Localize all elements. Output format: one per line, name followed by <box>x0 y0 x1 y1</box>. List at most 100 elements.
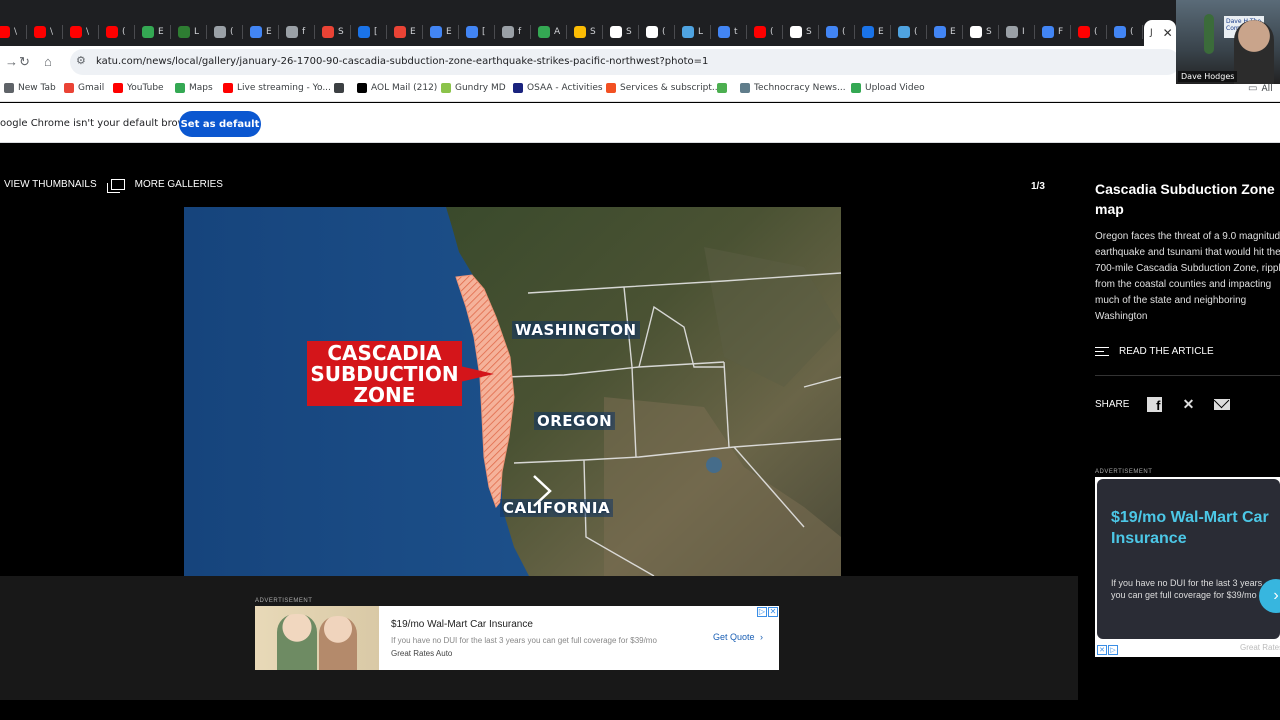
bottom-ad-banner[interactable]: $19/mo Wal-Mart Car Insurance If you hav… <box>255 606 779 670</box>
address-bar[interactable]: ⚙ katu.com/news/local/gallery/january-26… <box>70 49 1180 75</box>
sidebar-ad-close-icon[interactable]: ✕ <box>1097 645 1107 655</box>
browser-tab[interactable]: I <box>1000 20 1025 44</box>
tab-title: E <box>410 27 416 37</box>
read-article-link[interactable]: READ THE ARTICLE <box>1095 346 1214 357</box>
bookmark-item[interactable]: New Tab <box>4 83 56 93</box>
browser-tab[interactable]: ( <box>820 20 846 44</box>
browser-tab[interactable]: \ <box>64 20 89 44</box>
browser-tab[interactable]: \ <box>0 20 17 44</box>
tab-separator <box>386 25 387 39</box>
gallery-page: VIEW THUMBNAILS MORE GALLERIES 1/3 CASCA… <box>0 143 1280 720</box>
bookmark-item[interactable] <box>717 83 727 93</box>
bookmark-item[interactable] <box>334 83 344 93</box>
bookmark-label: Maps <box>189 83 213 93</box>
default-browser-infobar: oogle Chrome isn't your default browser … <box>0 103 1280 143</box>
tab-separator <box>1070 25 1071 39</box>
browser-tab[interactable]: [ <box>460 20 486 44</box>
adchoices-icon[interactable]: ▷ <box>757 607 767 617</box>
browser-tab[interactable]: S <box>964 20 992 44</box>
set-default-button[interactable]: Set as default <box>179 111 261 137</box>
browser-tab[interactable]: S <box>316 20 344 44</box>
sidebar-ad[interactable]: $19/mo Wal-Mart Car Insurance If you hav… <box>1095 477 1280 657</box>
tab-title: ( <box>122 27 126 37</box>
bookmark-item[interactable]: Gundry MD <box>441 83 506 93</box>
facebook-icon[interactable]: f <box>1147 396 1163 412</box>
read-article-label: READ THE ARTICLE <box>1119 346 1214 357</box>
tab-title: f <box>518 27 522 37</box>
reload-icon[interactable]: ↻ <box>19 54 30 70</box>
bookmark-item[interactable]: Technocracy News... <box>740 83 846 93</box>
bookmark-item[interactable]: Gmail <box>64 83 104 93</box>
tab-favicon-icon <box>250 26 262 38</box>
browser-tab[interactable]: ( <box>640 20 666 44</box>
tab-close-icon[interactable]: ✕ <box>1163 26 1173 40</box>
home-icon[interactable]: ⌂ <box>44 54 52 69</box>
ad-label: ADVERTISEMENT <box>255 598 313 604</box>
browser-tab[interactable]: L <box>676 20 703 44</box>
sidebar-ad-arrow-icon[interactable]: › <box>1259 579 1280 613</box>
tab-title: ( <box>914 27 918 37</box>
email-icon[interactable] <box>1214 398 1231 410</box>
more-galleries-link[interactable]: MORE GALLERIES <box>106 179 223 193</box>
browser-tab[interactable]: E <box>388 20 416 44</box>
browser-tab[interactable]: t <box>712 20 738 44</box>
forward-icon[interactable]: → <box>5 54 18 69</box>
browser-tab[interactable]: ( <box>1072 20 1098 44</box>
browser-tab[interactable]: ( <box>892 20 918 44</box>
browser-tab[interactable]: f <box>496 20 521 44</box>
tab-favicon-icon <box>682 26 694 38</box>
bookmark-item[interactable]: OSAA - Activities <box>513 83 603 93</box>
browser-tab[interactable]: ( <box>1108 20 1134 44</box>
ad-description: If you have no DUI for the last 3 years … <box>391 636 657 645</box>
tab-favicon-icon <box>358 26 370 38</box>
article-lines-icon <box>1095 347 1109 356</box>
view-thumbnails-link[interactable]: VIEW THUMBNAILS <box>4 179 97 190</box>
tab-favicon-icon <box>970 26 982 38</box>
ad-get-quote-button[interactable]: Get Quote › <box>713 632 763 642</box>
tab-separator <box>1142 25 1143 39</box>
tab-favicon-icon <box>610 26 622 38</box>
browser-tab[interactable]: S <box>568 20 596 44</box>
tab-favicon-icon <box>142 26 154 38</box>
bookmark-item[interactable]: AOL Mail (212) <box>357 83 437 93</box>
browser-tab[interactable]: ( <box>100 20 126 44</box>
tab-separator <box>638 25 639 39</box>
sidebar-adchoices-icon[interactable]: ▷ <box>1108 645 1118 655</box>
x-twitter-icon[interactable]: ✕ <box>1180 396 1196 412</box>
bookmark-item[interactable]: YouTube <box>113 83 164 93</box>
bookmark-item[interactable]: Live streaming - Yo... <box>223 83 331 93</box>
browser-tab[interactable]: S <box>604 20 632 44</box>
tab-separator <box>1034 25 1035 39</box>
site-info-icon[interactable]: ⚙ <box>76 54 86 67</box>
ad-title[interactable]: $19/mo Wal-Mart Car Insurance <box>391 619 533 630</box>
gallery-photo[interactable]: CASCADIA SUBDUCTION ZONE WASHINGTON OREG… <box>184 207 841 576</box>
bookmark-label: Upload Video <box>865 83 925 93</box>
browser-tab[interactable]: [ <box>352 20 378 44</box>
browser-tab[interactable]: E <box>136 20 164 44</box>
tab-separator <box>566 25 567 39</box>
browser-tab[interactable]: E <box>424 20 452 44</box>
ad-close-icon[interactable]: ✕ <box>768 607 778 617</box>
bookmark-item[interactable]: Upload Video <box>851 83 925 93</box>
browser-tab[interactable]: ( <box>748 20 774 44</box>
browser-tab[interactable]: E <box>244 20 272 44</box>
bookmark-label: Gundry MD <box>455 83 506 93</box>
browser-tab[interactable]: ( <box>208 20 234 44</box>
tab-separator <box>782 25 783 39</box>
bookmark-item[interactable]: Services & subscript... <box>606 83 720 93</box>
browser-tab[interactable]: f <box>280 20 305 44</box>
bookmark-item[interactable]: Maps <box>175 83 213 93</box>
browser-tab[interactable]: L <box>172 20 199 44</box>
sidebar-ad-headline[interactable]: $19/mo Wal-Mart Car Insurance <box>1111 507 1276 549</box>
all-bookmarks[interactable]: ▭ All <box>1248 83 1273 94</box>
browser-tab[interactable]: E <box>856 20 884 44</box>
browser-tab[interactable]: S <box>784 20 812 44</box>
url-text[interactable]: katu.com/news/local/gallery/january-26-1… <box>96 56 708 67</box>
infobar-message: oogle Chrome isn't your default browser <box>0 118 202 129</box>
browser-tab[interactable]: E <box>928 20 956 44</box>
browser-tab[interactable]: F <box>1036 20 1063 44</box>
browser-tab[interactable]: \ <box>28 20 53 44</box>
tab-active[interactable]: J ✕ <box>1144 20 1176 46</box>
next-photo-arrow-icon[interactable] <box>530 473 556 509</box>
browser-tab[interactable]: A <box>532 20 560 44</box>
